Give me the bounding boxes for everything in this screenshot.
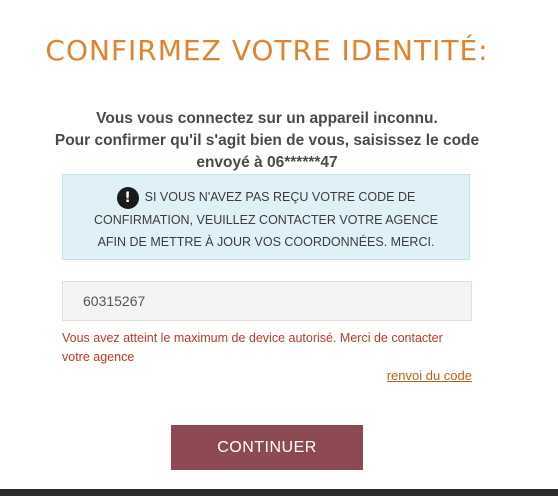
bottom-bar bbox=[0, 489, 558, 496]
confirmation-code-input[interactable] bbox=[62, 281, 472, 321]
intro-text: Vous vous connectez sur un appareil inco… bbox=[52, 108, 482, 174]
resend-code-link[interactable]: renvoi du code bbox=[387, 368, 472, 383]
intro-line-2: Pour confirmer qu'il s'agit bien de vous… bbox=[54, 132, 480, 149]
exclamation-icon: ! bbox=[116, 186, 139, 209]
error-message: Vous avez atteint le maximum de device a… bbox=[62, 331, 443, 364]
info-alert: ! SI VOUS N'AVEZ PAS REÇU VOTRE CODE DE C… bbox=[62, 174, 470, 260]
intro-line-1: Vous vous connectez sur un appareil inco… bbox=[96, 110, 438, 127]
page-title: CONFIRMEZ VOTRE IDENTITÉ: bbox=[45, 34, 489, 67]
info-line-2: CONFIRMATION, VEUILLEZ CONTACTER VOTRE A… bbox=[93, 212, 439, 227]
info-line-1-text: SI VOUS N'AVEZ PAS REÇU VOTRE CODE DE bbox=[144, 190, 416, 204]
intro-line-3: envoyé à 06******47 bbox=[196, 154, 338, 171]
info-line-3: AFIN DE METTRE À JOUR VOS COORDONNÉES. M… bbox=[97, 234, 435, 249]
info-line-1: ! SI VOUS N'AVEZ PAS REÇU VOTRE CODE DE bbox=[63, 186, 469, 209]
continue-button[interactable]: CONTINUER bbox=[171, 425, 363, 470]
